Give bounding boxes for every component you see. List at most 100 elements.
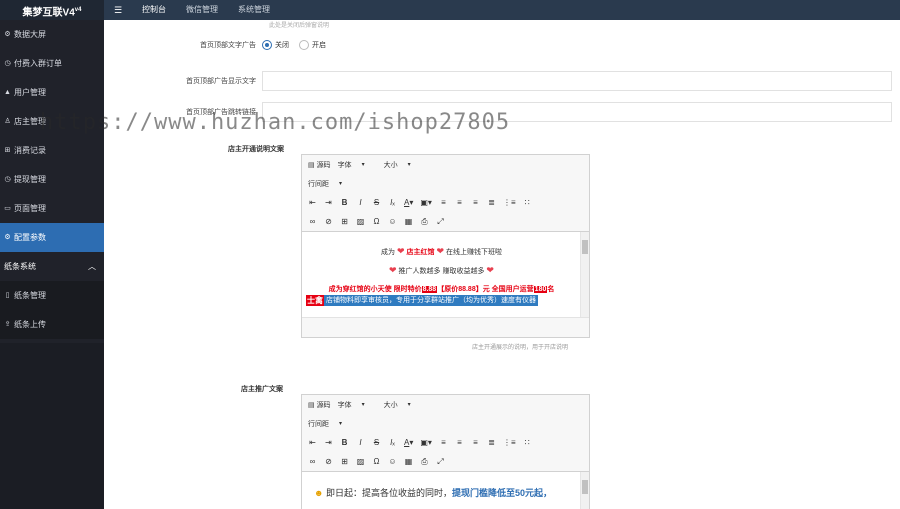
tab-wechat[interactable]: 微信管理: [176, 0, 228, 20]
bold-icon[interactable]: B: [340, 198, 349, 207]
bold-icon[interactable]: B: [340, 438, 349, 447]
justify-icon[interactable]: ≣: [487, 438, 496, 447]
special-char-icon[interactable]: Ω: [372, 457, 381, 466]
link-icon[interactable]: ∞: [308, 217, 317, 226]
strikethrough-icon[interactable]: S: [372, 198, 381, 207]
unordered-list-icon[interactable]: ∷: [523, 198, 532, 207]
size-select[interactable]: 大小: [384, 400, 423, 410]
source-button[interactable]: ▤ 源码: [308, 160, 331, 170]
unordered-list-icon[interactable]: ∷: [523, 438, 532, 447]
align-right-icon[interactable]: ≡: [471, 198, 480, 207]
menu-toggle-icon[interactable]: ☰: [104, 5, 132, 16]
ad-link-row: 首页顶部广告跳转链接: [104, 102, 892, 122]
tab-console[interactable]: 控制台: [132, 0, 176, 20]
sidebar-item-owners[interactable]: ♙ 店主管理: [0, 107, 104, 136]
scroll-thumb[interactable]: [582, 480, 588, 494]
sidebar-item-config[interactable]: ⚙ 配置参数: [0, 223, 104, 252]
font-select[interactable]: 字体: [338, 160, 377, 170]
align-center-icon[interactable]: ≡: [455, 438, 464, 447]
italic-icon[interactable]: I: [356, 438, 365, 447]
redo-icon[interactable]: ⇥: [324, 438, 333, 447]
undo-icon[interactable]: ⇤: [308, 438, 317, 447]
sidebar-item-group-orders[interactable]: ◷ 付费入群订单: [0, 49, 104, 78]
gear-icon: ⚙: [4, 234, 11, 241]
font-select[interactable]: 字体: [338, 400, 377, 410]
scroll-thumb[interactable]: [582, 240, 588, 254]
sidebar-item-users[interactable]: ▲ 用户管理: [0, 78, 104, 107]
line-height-select[interactable]: 行间距: [308, 179, 354, 189]
align-left-icon[interactable]: ≡: [439, 438, 448, 447]
sidebar-item-notes-upload[interactable]: ⇪ 纸条上传: [0, 310, 104, 339]
heart-icon: ❤: [389, 265, 397, 275]
special-char-icon[interactable]: Ω: [372, 217, 381, 226]
editor2-body[interactable]: ☻ 即日起：提高各位收益的同时，提现门槛降低至50元起，: [302, 471, 589, 509]
image-icon[interactable]: ▨: [356, 217, 365, 226]
link-icon[interactable]: ∞: [308, 457, 317, 466]
justify-icon[interactable]: ≣: [487, 198, 496, 207]
font-color-icon[interactable]: A▾: [404, 438, 413, 447]
table-icon[interactable]: ⊞: [340, 457, 349, 466]
align-right-icon[interactable]: ≡: [471, 438, 480, 447]
ordered-list-icon[interactable]: ⋮≡: [503, 198, 516, 207]
source-button[interactable]: ▤ 源码: [308, 400, 331, 410]
sidebar-item-label: 店主管理: [14, 117, 46, 126]
ordered-list-icon[interactable]: ⋮≡: [503, 438, 516, 447]
radio-on-label: 开启: [312, 42, 326, 49]
source-label: 源码: [316, 401, 331, 409]
clear-format-icon[interactable]: Iₓ: [388, 438, 397, 447]
redo-icon[interactable]: ⇥: [324, 198, 333, 207]
brand-logo[interactable]: 集梦互联V4v4: [0, 0, 104, 20]
align-center-icon[interactable]: ≡: [455, 198, 464, 207]
sidebar-item-label: 消费记录: [14, 146, 46, 155]
align-left-icon[interactable]: ≡: [439, 198, 448, 207]
media-icon[interactable]: ▦: [404, 457, 413, 466]
image-icon[interactable]: ▨: [356, 457, 365, 466]
line-height-select[interactable]: 行间距: [308, 419, 354, 429]
font-color-icon[interactable]: A▾: [404, 198, 413, 207]
undo-icon[interactable]: ⇤: [308, 198, 317, 207]
print-icon[interactable]: ⎙: [420, 217, 429, 227]
ad-link-input[interactable]: [262, 102, 892, 122]
sidebar-item-label: 用户管理: [14, 88, 46, 97]
bg-color-icon[interactable]: ▣▾: [420, 438, 432, 447]
tab-system[interactable]: 系统管理: [228, 0, 280, 20]
sidebar-group-notes[interactable]: 纸条系统 ︿: [0, 252, 104, 281]
radio-off[interactable]: 关闭: [262, 40, 289, 50]
editor1-toolbar-row3: ⇤ ⇥ B I S Iₓ A▾ ▣▾ ≡ ≡ ≡ ≣ ⋮≡ ∷: [302, 193, 589, 212]
sidebar-item-pages[interactable]: ▭ 页面管理: [0, 194, 104, 223]
content-text: 成为: [381, 249, 396, 256]
italic-icon[interactable]: I: [356, 198, 365, 207]
editor1-toolbar-row2: 行间距: [302, 174, 589, 193]
emoji-icon[interactable]: ☺: [388, 217, 397, 226]
editor2-toolbar-row3: ⇤ ⇥ B I S Iₓ A▾ ▣▾ ≡ ≡ ≡ ≣ ⋮≡ ∷: [302, 433, 589, 452]
table-icon[interactable]: ⊞: [340, 217, 349, 226]
print-icon[interactable]: ⎙: [420, 457, 429, 467]
fullscreen-icon[interactable]: ⤢: [436, 217, 445, 227]
ad-text-input[interactable]: [262, 71, 892, 91]
clock-icon: ◷: [4, 60, 11, 67]
sidebar-item-dashboard[interactable]: ⚙ 数据大屏: [0, 20, 104, 49]
sidebar-item-notes-manage[interactable]: ▯ 纸条管理: [0, 281, 104, 310]
fullscreen-icon[interactable]: ⤢: [436, 457, 445, 467]
editor2-scrollbar[interactable]: [580, 472, 589, 509]
editor1: ▤ 源码 字体 大小 行间距 ⇤ ⇥ B I S Iₓ A▾ ▣▾ ≡ ≡ ≡ …: [301, 154, 590, 338]
doc-icon: ▯: [5, 292, 10, 299]
clear-format-icon[interactable]: Iₓ: [388, 198, 397, 207]
media-icon[interactable]: ▦: [404, 217, 413, 226]
unlink-icon[interactable]: ⊘: [324, 217, 333, 226]
editor1-scrollbar[interactable]: [580, 232, 589, 317]
sidebar-item-consumption[interactable]: ⊞ 消费记录: [0, 136, 104, 165]
unlink-icon[interactable]: ⊘: [324, 457, 333, 466]
editor2: ▤ 源码 字体 大小 行间距 ⇤ ⇥ B I S Iₓ A▾ ▣▾ ≡ ≡ ≡ …: [301, 394, 590, 509]
sidebar-item-withdraw[interactable]: ◷ 提现管理: [0, 165, 104, 194]
emoji-icon[interactable]: ☺: [388, 457, 397, 466]
editor1-body[interactable]: 成为 ❤ 店主红馆 ❤ 在线上赚钱下班啦 ❤ 推广人数越多 赚取收益越多 ❤ 成…: [302, 231, 589, 317]
editor1-toolbar-row1: ▤ 源码 字体 大小: [302, 155, 589, 174]
strikethrough-icon[interactable]: S: [372, 438, 381, 447]
radio-on[interactable]: 开启: [299, 40, 326, 50]
content-line-2: ❤ 推广人数越多 赚取收益越多 ❤: [306, 265, 577, 276]
size-select[interactable]: 大小: [384, 160, 423, 170]
content-highlight: 店主红馆: [406, 249, 435, 256]
bg-color-icon[interactable]: ▣▾: [420, 198, 432, 207]
person-icon: ♙: [4, 118, 11, 125]
